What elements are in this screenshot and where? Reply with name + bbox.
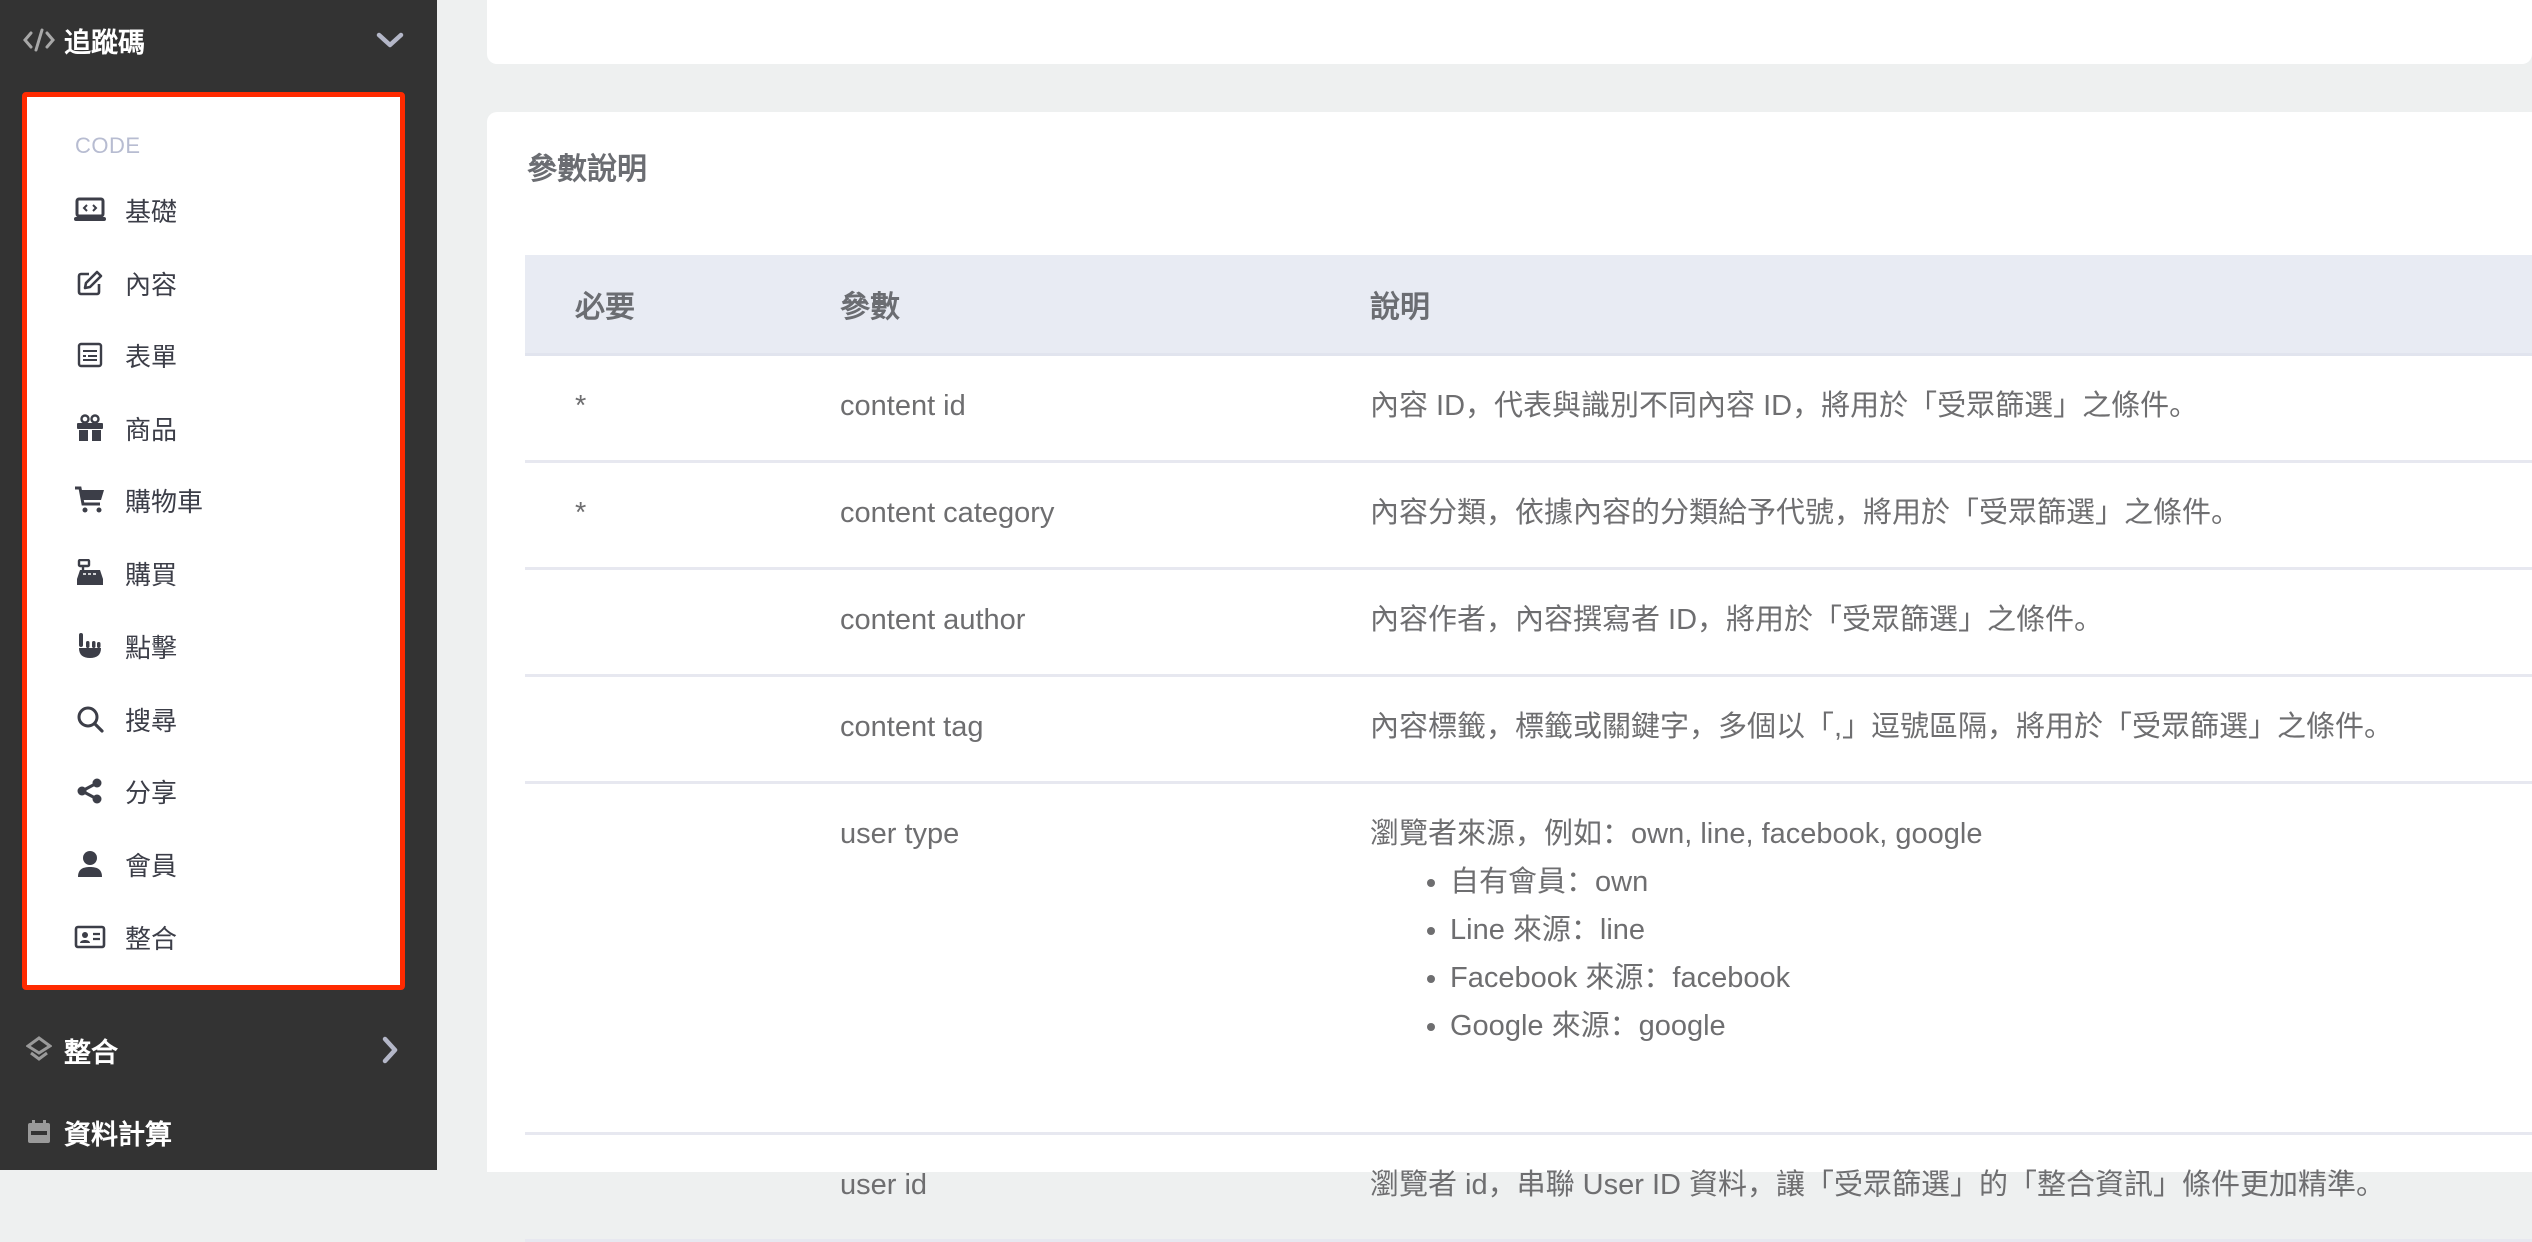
params-table: 必要 參數 說明 * content id 內容 ID，代表與識別不同內容 ID… bbox=[525, 255, 2532, 1242]
sidebar-section-integration[interactable]: 整合 bbox=[22, 1020, 118, 1080]
param-description: 內容標籤，標籤或關鍵字，多個以「,」逗號區隔，將用於「受眾篩選」之條件。 bbox=[1370, 711, 2394, 743]
menu-item-cart[interactable]: 購物車 bbox=[73, 478, 203, 522]
layers-icon bbox=[22, 1036, 56, 1064]
table-row: user id 瀏覽者 id，串聯 User ID 資料，讓「受眾篩選」的「整合… bbox=[525, 1133, 2532, 1242]
menu-item-click[interactable]: 點擊 bbox=[73, 624, 177, 668]
table-header-row: 必要 參數 說明 bbox=[525, 255, 2532, 356]
menu-item-member[interactable]: 會員 bbox=[73, 842, 177, 886]
gift-icon bbox=[73, 411, 107, 445]
param-name: content tag bbox=[840, 711, 984, 743]
param-name: content category bbox=[840, 497, 1055, 529]
chevron-right-icon[interactable] bbox=[372, 1032, 408, 1068]
list-item: Facebook 來源：facebook bbox=[1450, 954, 2532, 1002]
menu-item-label: 購買 bbox=[125, 559, 178, 590]
menu-item-form[interactable]: 表單 bbox=[73, 333, 177, 377]
sidebar-section-label: 資料計算 bbox=[64, 1119, 172, 1150]
sidebar: 追蹤碼 CODE 基礎 內容 表單 商品 購物車 購買 點擊 搜尋 分享 會員 … bbox=[0, 0, 437, 1170]
required-mark: * bbox=[575, 497, 587, 529]
header-required: 必要 bbox=[525, 255, 840, 356]
form-icon bbox=[73, 338, 107, 372]
menu-item-label: 搜尋 bbox=[125, 705, 178, 736]
card-title: 參數說明 bbox=[527, 153, 647, 186]
sidebar-section-label: 追蹤碼 bbox=[64, 27, 145, 58]
list-item: Google 來源：google bbox=[1450, 1002, 2532, 1050]
highlighted-submenu: CODE 基礎 內容 表單 商品 購物車 購買 點擊 搜尋 分享 會員 整合 bbox=[22, 92, 405, 990]
id-card-icon bbox=[73, 920, 107, 954]
cash-register-icon bbox=[73, 556, 107, 590]
table-row: * content category 內容分類，依據內容的分類給予代號，將用於「… bbox=[525, 461, 2532, 570]
param-description: 內容分類，依據內容的分類給予代號，將用於「受眾篩選」之條件。 bbox=[1370, 497, 2241, 529]
param-description: 瀏覽者 id，串聯 User ID 資料，讓「受眾篩選」的「整合資訊」條件更加精… bbox=[1370, 1169, 2386, 1201]
required-mark bbox=[575, 570, 840, 634]
header-description: 說明 bbox=[1370, 255, 2532, 356]
header-param: 參數 bbox=[840, 255, 1370, 356]
sidebar-section-label: 整合 bbox=[64, 1037, 118, 1068]
shopping-cart-icon bbox=[73, 483, 107, 517]
param-description: 內容作者，內容撰寫者 ID，將用於「受眾篩選」之條件。 bbox=[1370, 604, 2104, 636]
user-icon bbox=[73, 847, 107, 881]
menu-item-label: 購物車 bbox=[125, 486, 204, 517]
list-item: 自有會員：own bbox=[1450, 858, 2532, 906]
menu-item-basic[interactable]: 基礎 bbox=[73, 188, 177, 232]
menu-item-label: 內容 bbox=[125, 269, 178, 300]
table-row: user type 瀏覽者來源，例如：own, line, facebook, … bbox=[525, 782, 2532, 1135]
param-name: content id bbox=[840, 390, 966, 422]
required-mark bbox=[575, 677, 840, 741]
menu-item-label: 分享 bbox=[125, 777, 178, 808]
menu-item-label: 基礎 bbox=[125, 196, 178, 227]
menu-item-share[interactable]: 分享 bbox=[73, 769, 177, 813]
params-card: 參數說明 必要 參數 說明 * content id 內容 ID，代表與識別不同… bbox=[487, 112, 2532, 1242]
menu-item-integration[interactable]: 整合 bbox=[73, 915, 177, 959]
table-row: * content id 內容 ID，代表與識別不同內容 ID，將用於「受眾篩選… bbox=[525, 354, 2532, 463]
search-icon bbox=[73, 702, 107, 736]
menu-item-purchase[interactable]: 購買 bbox=[73, 551, 177, 595]
list-item: Line 來源：line bbox=[1450, 906, 2532, 954]
chevron-down-icon[interactable] bbox=[372, 22, 408, 58]
param-name: user id bbox=[840, 1169, 928, 1201]
code-icon bbox=[22, 27, 56, 53]
submenu-heading: CODE bbox=[75, 133, 141, 158]
menu-item-label: 點擊 bbox=[125, 632, 178, 663]
submenu-panel: CODE 基礎 內容 表單 商品 購物車 購買 點擊 搜尋 分享 會員 整合 bbox=[27, 97, 400, 985]
share-icon bbox=[73, 774, 107, 808]
required-mark bbox=[575, 784, 840, 896]
edit-icon bbox=[73, 266, 107, 300]
table-row: content author 內容作者，內容撰寫者 ID，將用於「受眾篩選」之條… bbox=[525, 568, 2532, 677]
menu-item-label: 表單 bbox=[125, 341, 178, 372]
sidebar-section-data-compute[interactable]: 資料計算 bbox=[22, 1102, 172, 1162]
menu-item-content[interactable]: 內容 bbox=[73, 261, 177, 305]
param-description: 瀏覽者來源，例如：own, line, facebook, google bbox=[1370, 818, 1983, 850]
table-row: content tag 內容標籤，標籤或關鍵字，多個以「,」逗號區隔，將用於「受… bbox=[525, 675, 2532, 784]
calendar-icon bbox=[22, 1119, 56, 1145]
menu-item-product[interactable]: 商品 bbox=[73, 406, 177, 450]
param-description: 內容 ID，代表與識別不同內容 ID，將用於「受眾篩選」之條件。 bbox=[1370, 390, 2199, 422]
required-mark bbox=[575, 1135, 840, 1199]
param-name: content author bbox=[840, 604, 1026, 636]
menu-item-label: 會員 bbox=[125, 850, 178, 881]
top-card bbox=[487, 0, 2532, 64]
user-type-list: 自有會員：own Line 來源：line Facebook 來源：facebo… bbox=[1370, 858, 2532, 1050]
hand-pointer-icon bbox=[73, 629, 107, 663]
required-mark: * bbox=[575, 390, 587, 422]
menu-item-label: 商品 bbox=[125, 414, 178, 445]
sidebar-section-tracking-code[interactable]: 追蹤碼 bbox=[22, 10, 145, 70]
menu-item-search[interactable]: 搜尋 bbox=[73, 697, 177, 741]
laptop-code-icon bbox=[73, 193, 107, 227]
menu-item-label: 整合 bbox=[125, 923, 178, 954]
param-name: user type bbox=[840, 818, 960, 850]
